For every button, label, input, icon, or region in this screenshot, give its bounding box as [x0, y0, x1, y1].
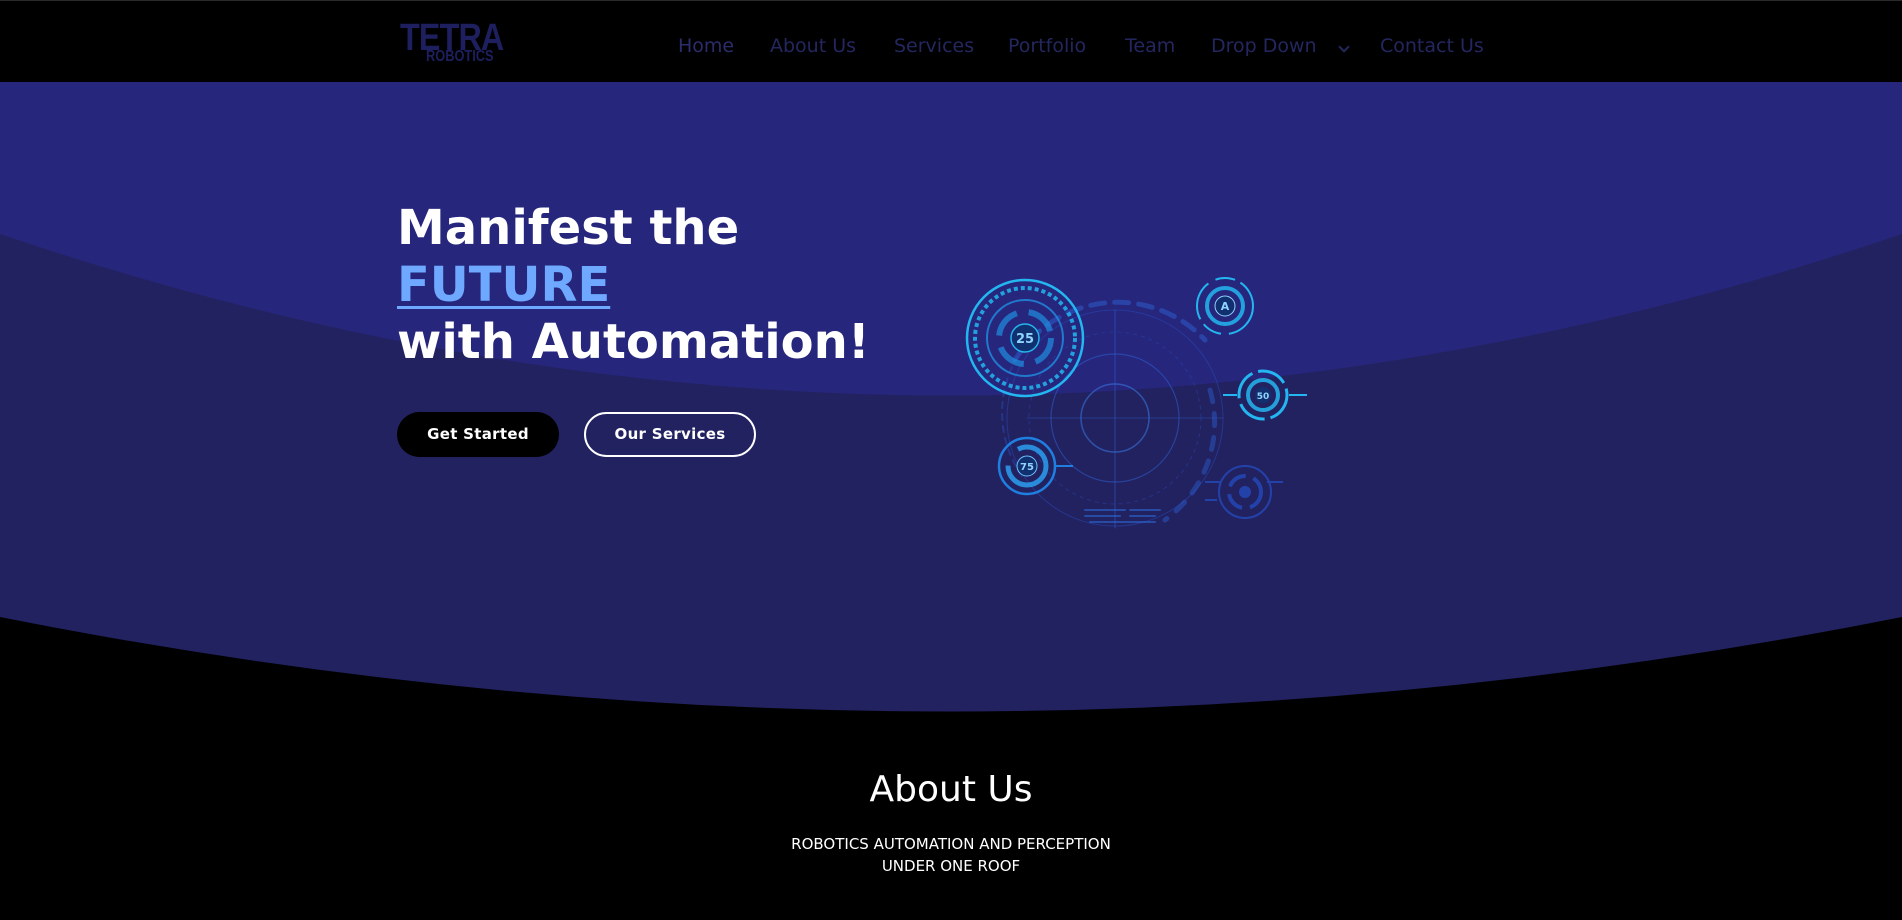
get-started-button[interactable]: Get Started: [397, 412, 559, 457]
about-section-subtitle: ROBOTICS AUTOMATION AND PERCEPTION UNDER…: [0, 833, 1902, 877]
our-services-button[interactable]: Our Services: [584, 412, 756, 457]
nav-portfolio[interactable]: Portfolio: [1008, 31, 1086, 61]
about-section-title: About Us: [869, 769, 1033, 810]
gauge-right-value: 50: [1257, 392, 1270, 402]
gauge-lower-right: [1205, 465, 1283, 519]
nav-home[interactable]: Home: [678, 31, 734, 61]
gauge-large: 25: [965, 278, 1085, 398]
gauge-top-right-value: A: [1221, 300, 1230, 313]
gauge-top-right: A: [1196, 277, 1254, 335]
gauge-right: 50: [1223, 369, 1307, 421]
hero-headline: Manifest the FUTURE with Automation!: [397, 200, 870, 371]
site-header: TETRA ROBOTICS Home About Us Services Po…: [0, 0, 1902, 82]
nav-services[interactable]: Services: [894, 31, 974, 61]
hero-headline-accent: FUTURE: [397, 257, 611, 313]
nav-about-us[interactable]: About Us: [770, 31, 856, 61]
chevron-down-icon[interactable]: [1338, 41, 1350, 53]
hero-section: Manifest the FUTURE with Automation! Get…: [0, 82, 1902, 722]
gauge-lower-left-value: 75: [1020, 462, 1034, 473]
nav-drop-down[interactable]: Drop Down: [1211, 31, 1317, 61]
hud-gauges-illustration: 25 A 50 75: [965, 277, 1307, 529]
main-nav: Home About Us Services Portfolio Team Dr…: [0, 31, 1902, 61]
about-subtitle-line2: UNDER ONE ROOF: [881, 857, 1021, 875]
about-subtitle-line1: ROBOTICS AUTOMATION AND PERCEPTION: [791, 835, 1111, 853]
hero-headline-line1: Manifest the: [397, 200, 740, 256]
nav-team[interactable]: Team: [1125, 31, 1175, 61]
gauge-large-value: 25: [1016, 332, 1034, 347]
nav-contact-us[interactable]: Contact Us: [1380, 31, 1484, 61]
hero-headline-line3: with Automation!: [397, 314, 870, 370]
